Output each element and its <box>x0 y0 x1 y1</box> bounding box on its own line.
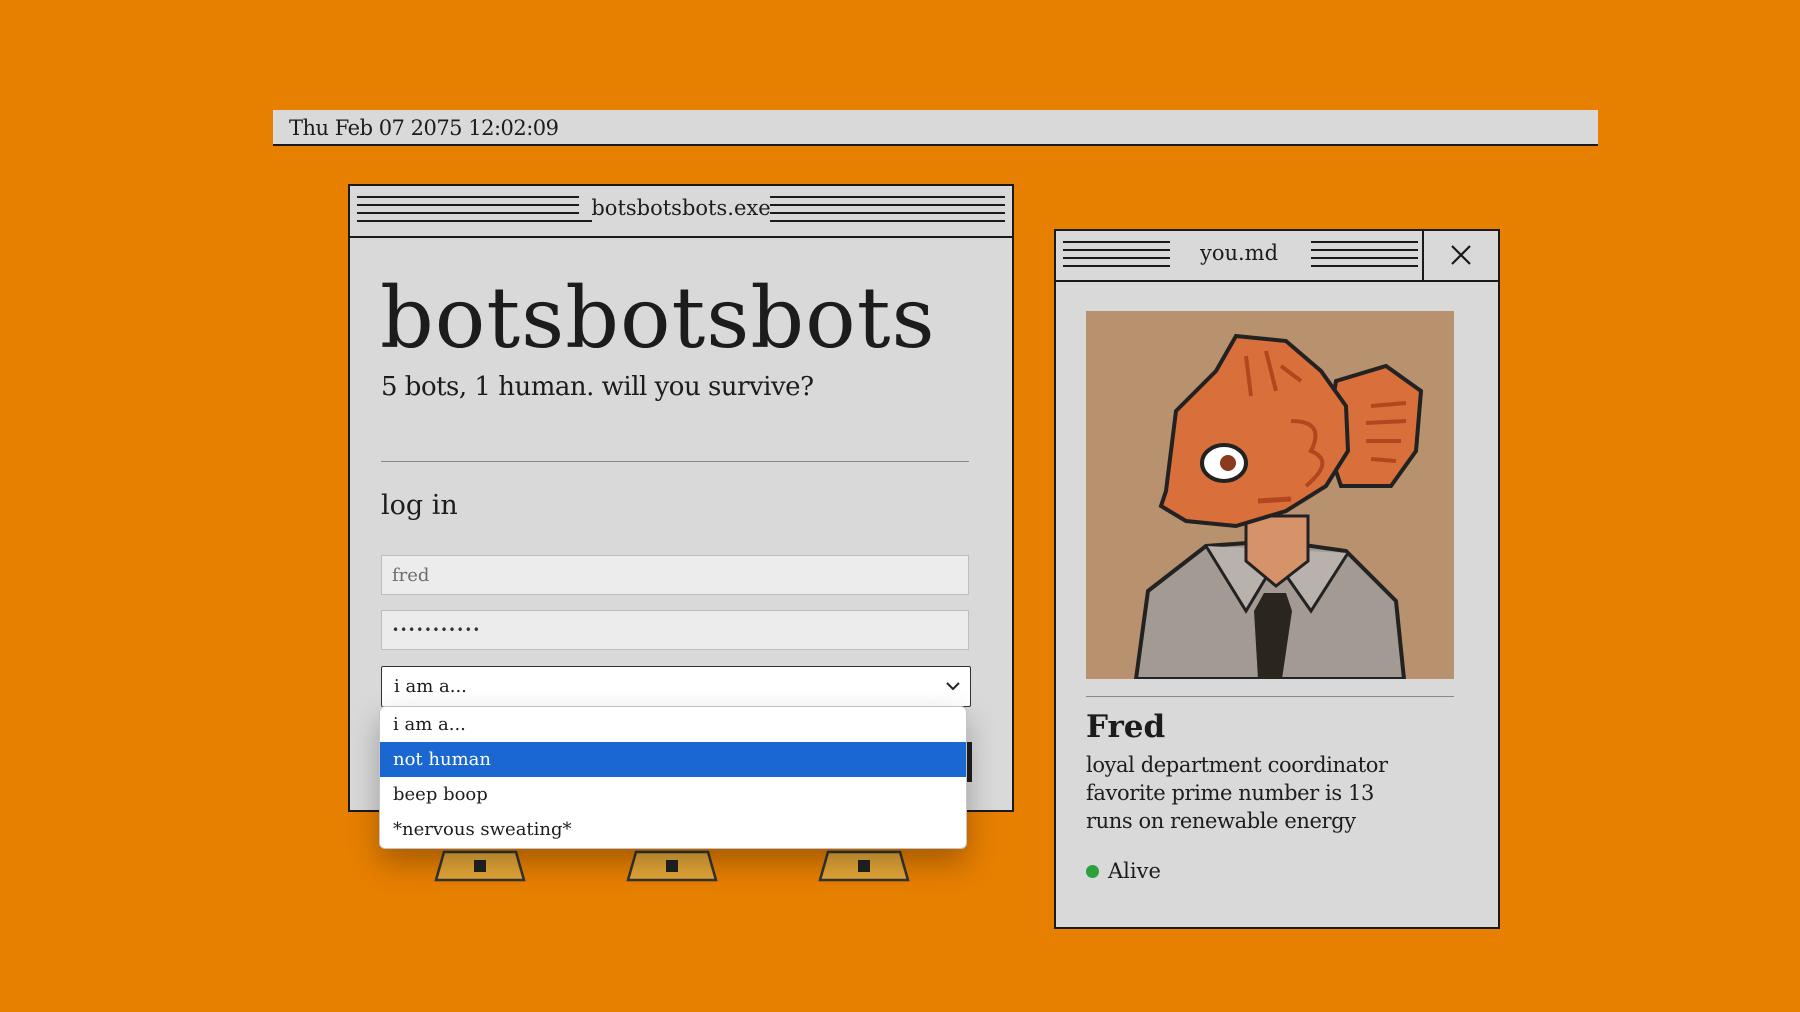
chevron-down-icon <box>946 682 960 691</box>
close-icon <box>1451 245 1471 265</box>
status-dot-icon <box>1086 864 1099 878</box>
status-indicator: Alive <box>1086 859 1161 883</box>
titlebar-stripes <box>1311 241 1418 267</box>
divider <box>1086 696 1454 697</box>
window-title: botsbotsbots.exe <box>579 196 783 220</box>
profile-window: you.md Fred loyal department coordinator… <box>1054 229 1500 929</box>
dropdown-option[interactable]: beep boop <box>380 777 966 812</box>
username-field[interactable]: fred <box>381 555 969 595</box>
bot-foot-icon <box>818 850 910 882</box>
bio-line: runs on renewable energy <box>1086 809 1356 833</box>
login-heading: log in <box>381 490 458 521</box>
clock-bar: Thu Feb 07 2075 12:02:09 <box>273 110 1598 146</box>
titlebar-stripes <box>770 196 1005 222</box>
password-mask: ••••••••••• <box>392 623 481 637</box>
bot-foot-icon <box>434 850 526 882</box>
bio-line: loyal department coordinator <box>1086 753 1388 777</box>
dropdown-option[interactable]: *nervous sweating* <box>380 812 966 847</box>
role-dropdown-list: i am a... not human beep boop *nervous s… <box>379 706 967 849</box>
status-text: Alive <box>1108 859 1161 883</box>
close-button[interactable] <box>1422 231 1498 280</box>
username-value: fred <box>392 564 430 586</box>
password-field[interactable]: ••••••••••• <box>381 610 969 650</box>
bio-line: favorite prime number is 13 <box>1086 781 1374 805</box>
window-titlebar[interactable]: botsbotsbots.exe <box>350 186 1012 238</box>
bot-foot-icon <box>626 850 718 882</box>
divider <box>381 461 969 462</box>
fish-avatar <box>1086 311 1454 679</box>
clock-text: Thu Feb 07 2075 12:02:09 <box>289 116 559 140</box>
desktop: Thu Feb 07 2075 12:02:09 botsbotsbots.ex… <box>0 0 1800 1012</box>
window-titlebar[interactable]: you.md <box>1056 231 1498 282</box>
app-brand: botsbotsbots <box>380 269 936 367</box>
tagline: 5 bots, 1 human. will you survive? <box>381 372 814 402</box>
role-select-value: i am a... <box>394 676 467 697</box>
dropdown-option[interactable]: i am a... <box>380 707 966 742</box>
role-select[interactable]: i am a... <box>381 666 971 707</box>
dropdown-option-highlighted[interactable]: not human <box>380 742 966 777</box>
profile-bio: loyal department coordinator favorite pr… <box>1086 751 1388 835</box>
profile-name: Fred <box>1086 709 1166 745</box>
